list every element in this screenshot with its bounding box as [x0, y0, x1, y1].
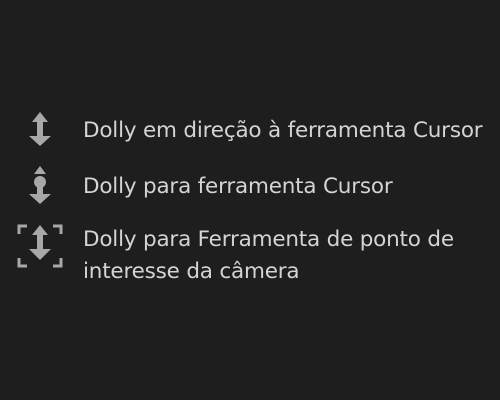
menu-item-dolly-to-cursor[interactable]: Dolly para ferramenta Cursor [16, 166, 496, 210]
dolly-arrow-icon [16, 110, 64, 154]
dolly-options-menu: Dolly em direção à ferramenta Cursor Dol… [0, 0, 500, 400]
dolly-to-cursor-icon [16, 166, 64, 210]
menu-item-label: Dolly para Ferramenta de ponto de intere… [83, 227, 454, 284]
dolly-to-poi-icon [16, 224, 64, 268]
menu-item-dolly-to-poi[interactable]: Dolly para Ferramenta de ponto de intere… [16, 224, 496, 288]
menu-item-label: Dolly para ferramenta Cursor [83, 174, 393, 199]
menu-item-label: Dolly em direção à ferramenta Cursor [83, 118, 483, 143]
menu-item-dolly-towards-cursor[interactable]: Dolly em direção à ferramenta Cursor [16, 110, 496, 154]
